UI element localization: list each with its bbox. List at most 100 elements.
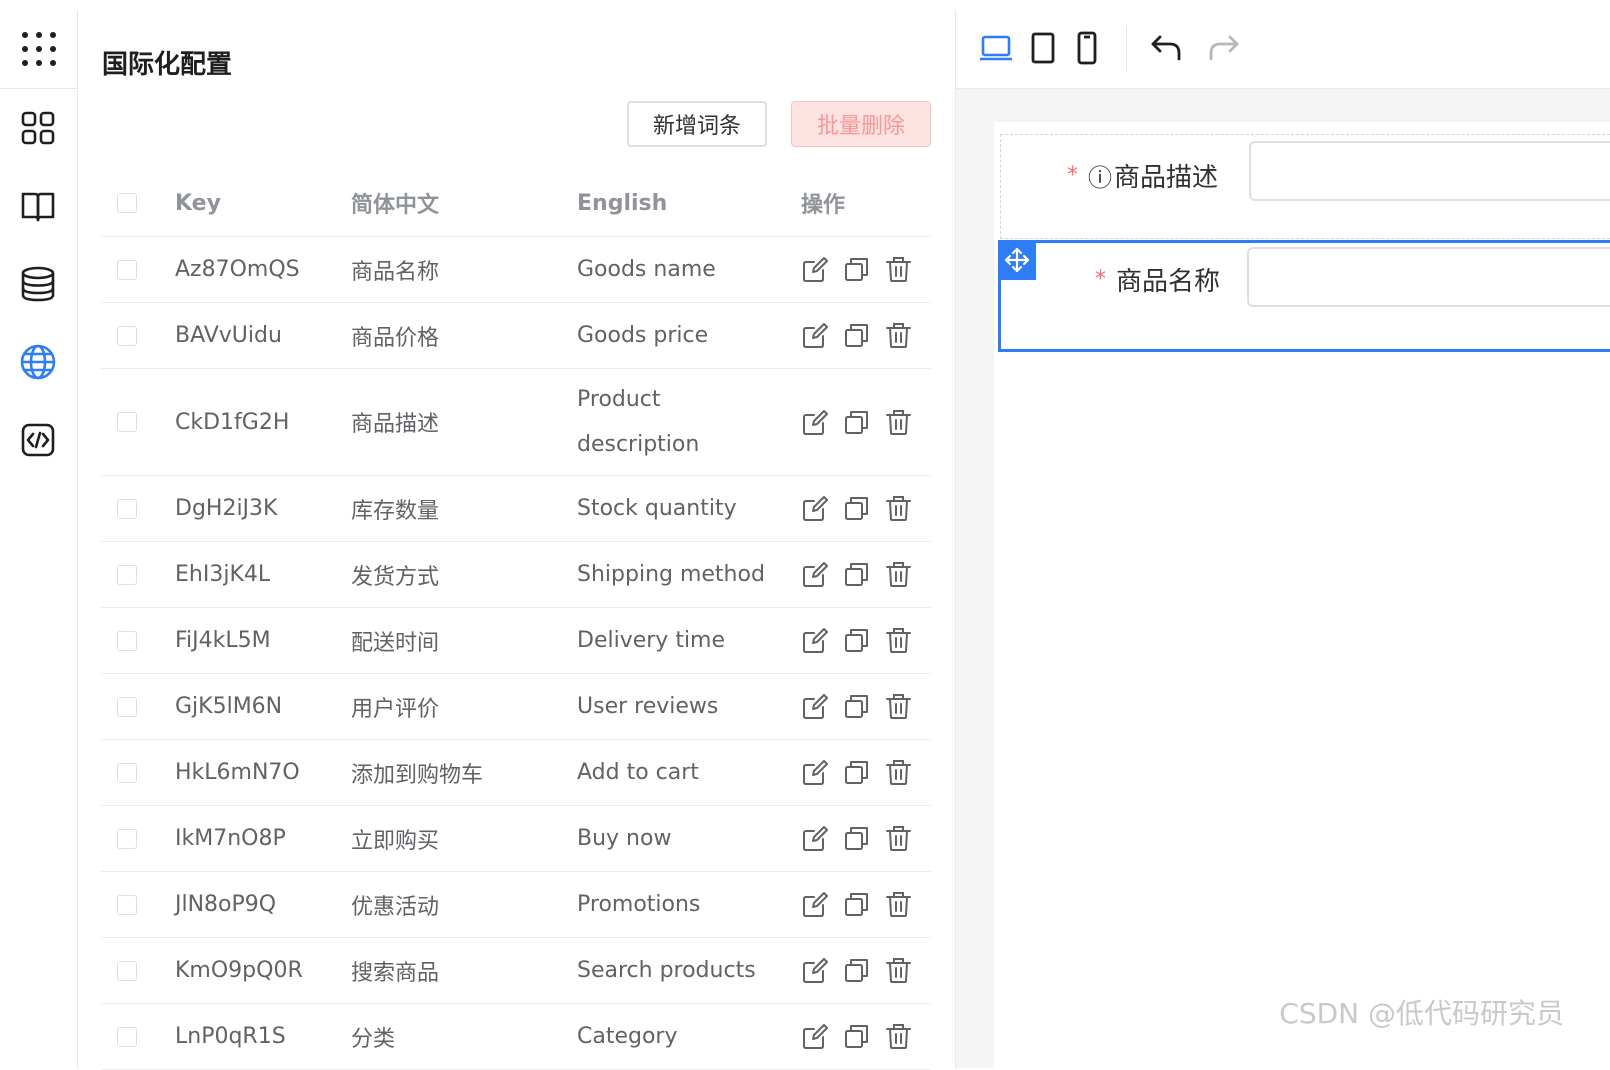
edit-icon[interactable] [801,825,828,852]
name-input[interactable] [1247,247,1610,307]
row-checkbox[interactable] [117,828,137,849]
table-row: JlN8oP9Q 优惠活动 Promotions [101,872,931,938]
delete-icon[interactable] [885,409,912,436]
row-checkbox[interactable] [117,498,137,519]
cell-key: FiJ4kL5M [175,628,271,653]
database-icon[interactable] [18,264,58,304]
cell-key: Az87OmQS [175,257,300,282]
cell-key: BAVvUidu [175,323,282,348]
table-row: GjK5lM6N 用户评价 User reviews [101,674,931,740]
delete-icon[interactable] [885,891,912,918]
copy-icon[interactable] [843,693,870,720]
copy-icon[interactable] [843,409,870,436]
copy-icon[interactable] [843,561,870,588]
column-header-ops: 操作 [801,193,846,218]
copy-icon[interactable] [843,495,870,522]
delete-icon[interactable] [885,825,912,852]
copy-icon[interactable] [843,825,870,852]
delete-icon[interactable] [885,957,912,984]
description-input[interactable] [1249,141,1610,201]
row-checkbox[interactable] [117,960,137,981]
delete-icon[interactable] [885,693,912,720]
form-designer: * ⓘ 商品描述 * 商品名称 CSDN @低代码研究员 [956,10,1610,1068]
undo-icon[interactable] [1146,30,1186,66]
row-checkbox[interactable] [117,325,137,346]
cell-key: HkL6mN7O [175,760,300,785]
cell-en: Search products [577,958,756,983]
tablet-view-icon[interactable] [1026,30,1060,66]
cell-en: Buy now [577,826,672,851]
edit-icon[interactable] [801,409,828,436]
row-checkbox[interactable] [117,630,137,651]
edit-icon[interactable] [801,256,828,283]
row-checkbox[interactable] [117,696,137,717]
delete-icon[interactable] [885,495,912,522]
field-label-name: * 商品名称 [1095,257,1220,301]
field-label-text: 商品描述 [1114,162,1219,193]
page-title: 国际化配置 [102,50,233,80]
form-field-name-selected[interactable]: * 商品名称 [998,240,1610,352]
delete-icon[interactable] [885,759,912,786]
cell-en: Goods price [577,323,709,348]
column-header-zh: 简体中文 [351,193,440,218]
move-handle-icon[interactable] [998,240,1036,280]
delete-icon[interactable] [885,322,912,349]
delete-icon[interactable] [885,1023,912,1050]
delete-icon[interactable] [885,561,912,588]
table-row: KmO9pQ0R 搜索商品 Search products [101,938,931,1004]
cell-key: JlN8oP9Q [175,892,277,917]
toolbar-divider [1126,26,1127,72]
redo-icon[interactable] [1204,30,1244,66]
copy-icon[interactable] [843,256,870,283]
copy-icon[interactable] [843,1023,870,1050]
watermark: CSDN @低代码研究员 [1279,997,1564,1030]
edit-icon[interactable] [801,1023,828,1050]
row-checkbox[interactable] [117,762,137,783]
components-icon[interactable] [18,108,58,148]
cell-zh: 配送时间 [351,630,440,656]
cell-zh: 商品名称 [351,259,440,285]
cell-zh: 立即购买 [351,828,440,854]
edit-icon[interactable] [801,561,828,588]
batch-delete-button[interactable]: 批量删除 [791,101,931,147]
form-field-description[interactable]: * ⓘ 商品描述 [1000,134,1610,239]
copy-icon[interactable] [843,759,870,786]
edit-icon[interactable] [801,759,828,786]
edit-icon[interactable] [801,495,828,522]
table-row: Az87OmQS 商品名称 Goods name [101,237,931,303]
select-all-checkbox[interactable] [117,193,137,213]
edit-icon[interactable] [801,891,828,918]
row-checkbox[interactable] [117,564,137,585]
edit-icon[interactable] [801,322,828,349]
cell-zh: 商品描述 [351,412,440,437]
table-row: IkM7nO8P 立即购买 Buy now [101,806,931,872]
edit-icon[interactable] [801,693,828,720]
edit-icon[interactable] [801,957,828,984]
table-row: FiJ4kL5M 配送时间 Delivery time [101,608,931,674]
copy-icon[interactable] [843,891,870,918]
copy-icon[interactable] [843,322,870,349]
delete-icon[interactable] [885,256,912,283]
add-entry-button[interactable]: 新增词条 [627,101,767,147]
copy-icon[interactable] [843,627,870,654]
edit-icon[interactable] [801,627,828,654]
copy-icon[interactable] [843,957,870,984]
row-checkbox[interactable] [117,1026,137,1047]
row-checkbox[interactable] [117,894,137,915]
cell-zh: 分类 [351,1026,396,1052]
book-icon[interactable] [18,186,58,226]
left-rail [0,10,78,1068]
mobile-view-icon[interactable] [1072,30,1102,66]
globe-icon[interactable] [18,342,58,382]
column-header-en: English [577,190,668,216]
cell-en: Shipping method [577,562,765,587]
cell-en: Promotions [577,892,701,917]
table-header: Key 简体中文 English 操作 [101,170,931,237]
delete-icon[interactable] [885,627,912,654]
app-grid-icon[interactable] [0,10,77,89]
desktop-view-icon[interactable] [976,30,1016,66]
row-checkbox[interactable] [117,259,137,280]
table-row: CkD1fG2H 商品描述 Product description [101,369,931,476]
row-checkbox[interactable] [117,412,137,432]
code-icon[interactable] [18,420,58,460]
